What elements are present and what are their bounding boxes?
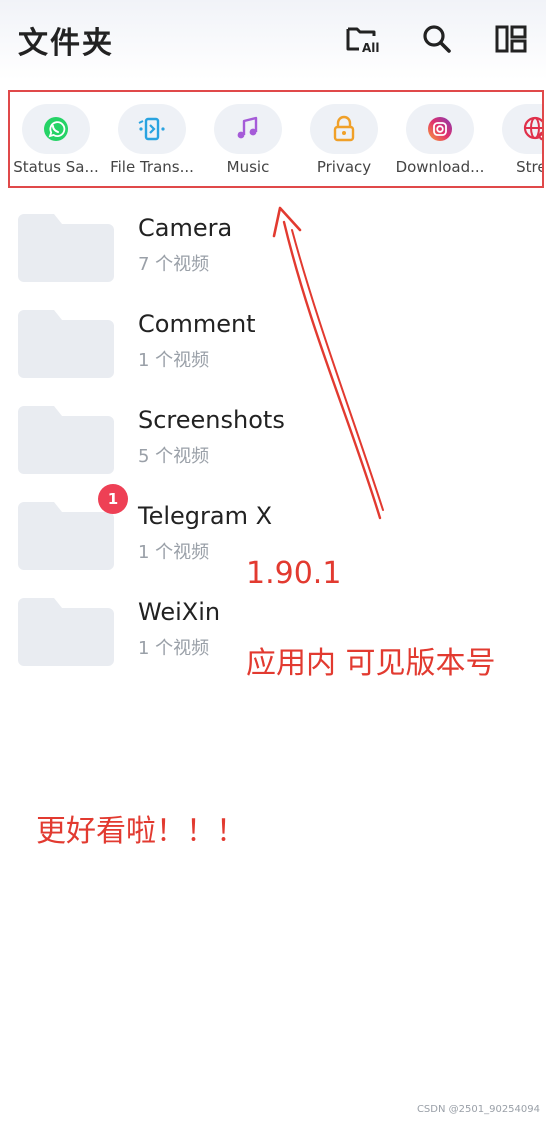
version-note-annotation: 应用内 可见版本号 bbox=[246, 646, 496, 681]
version-annotation: 1.90.1 bbox=[246, 556, 342, 591]
watermark: CSDN @2501_90254094 bbox=[416, 1104, 540, 1115]
praise-annotation: 更好看啦！！！ bbox=[36, 814, 246, 849]
